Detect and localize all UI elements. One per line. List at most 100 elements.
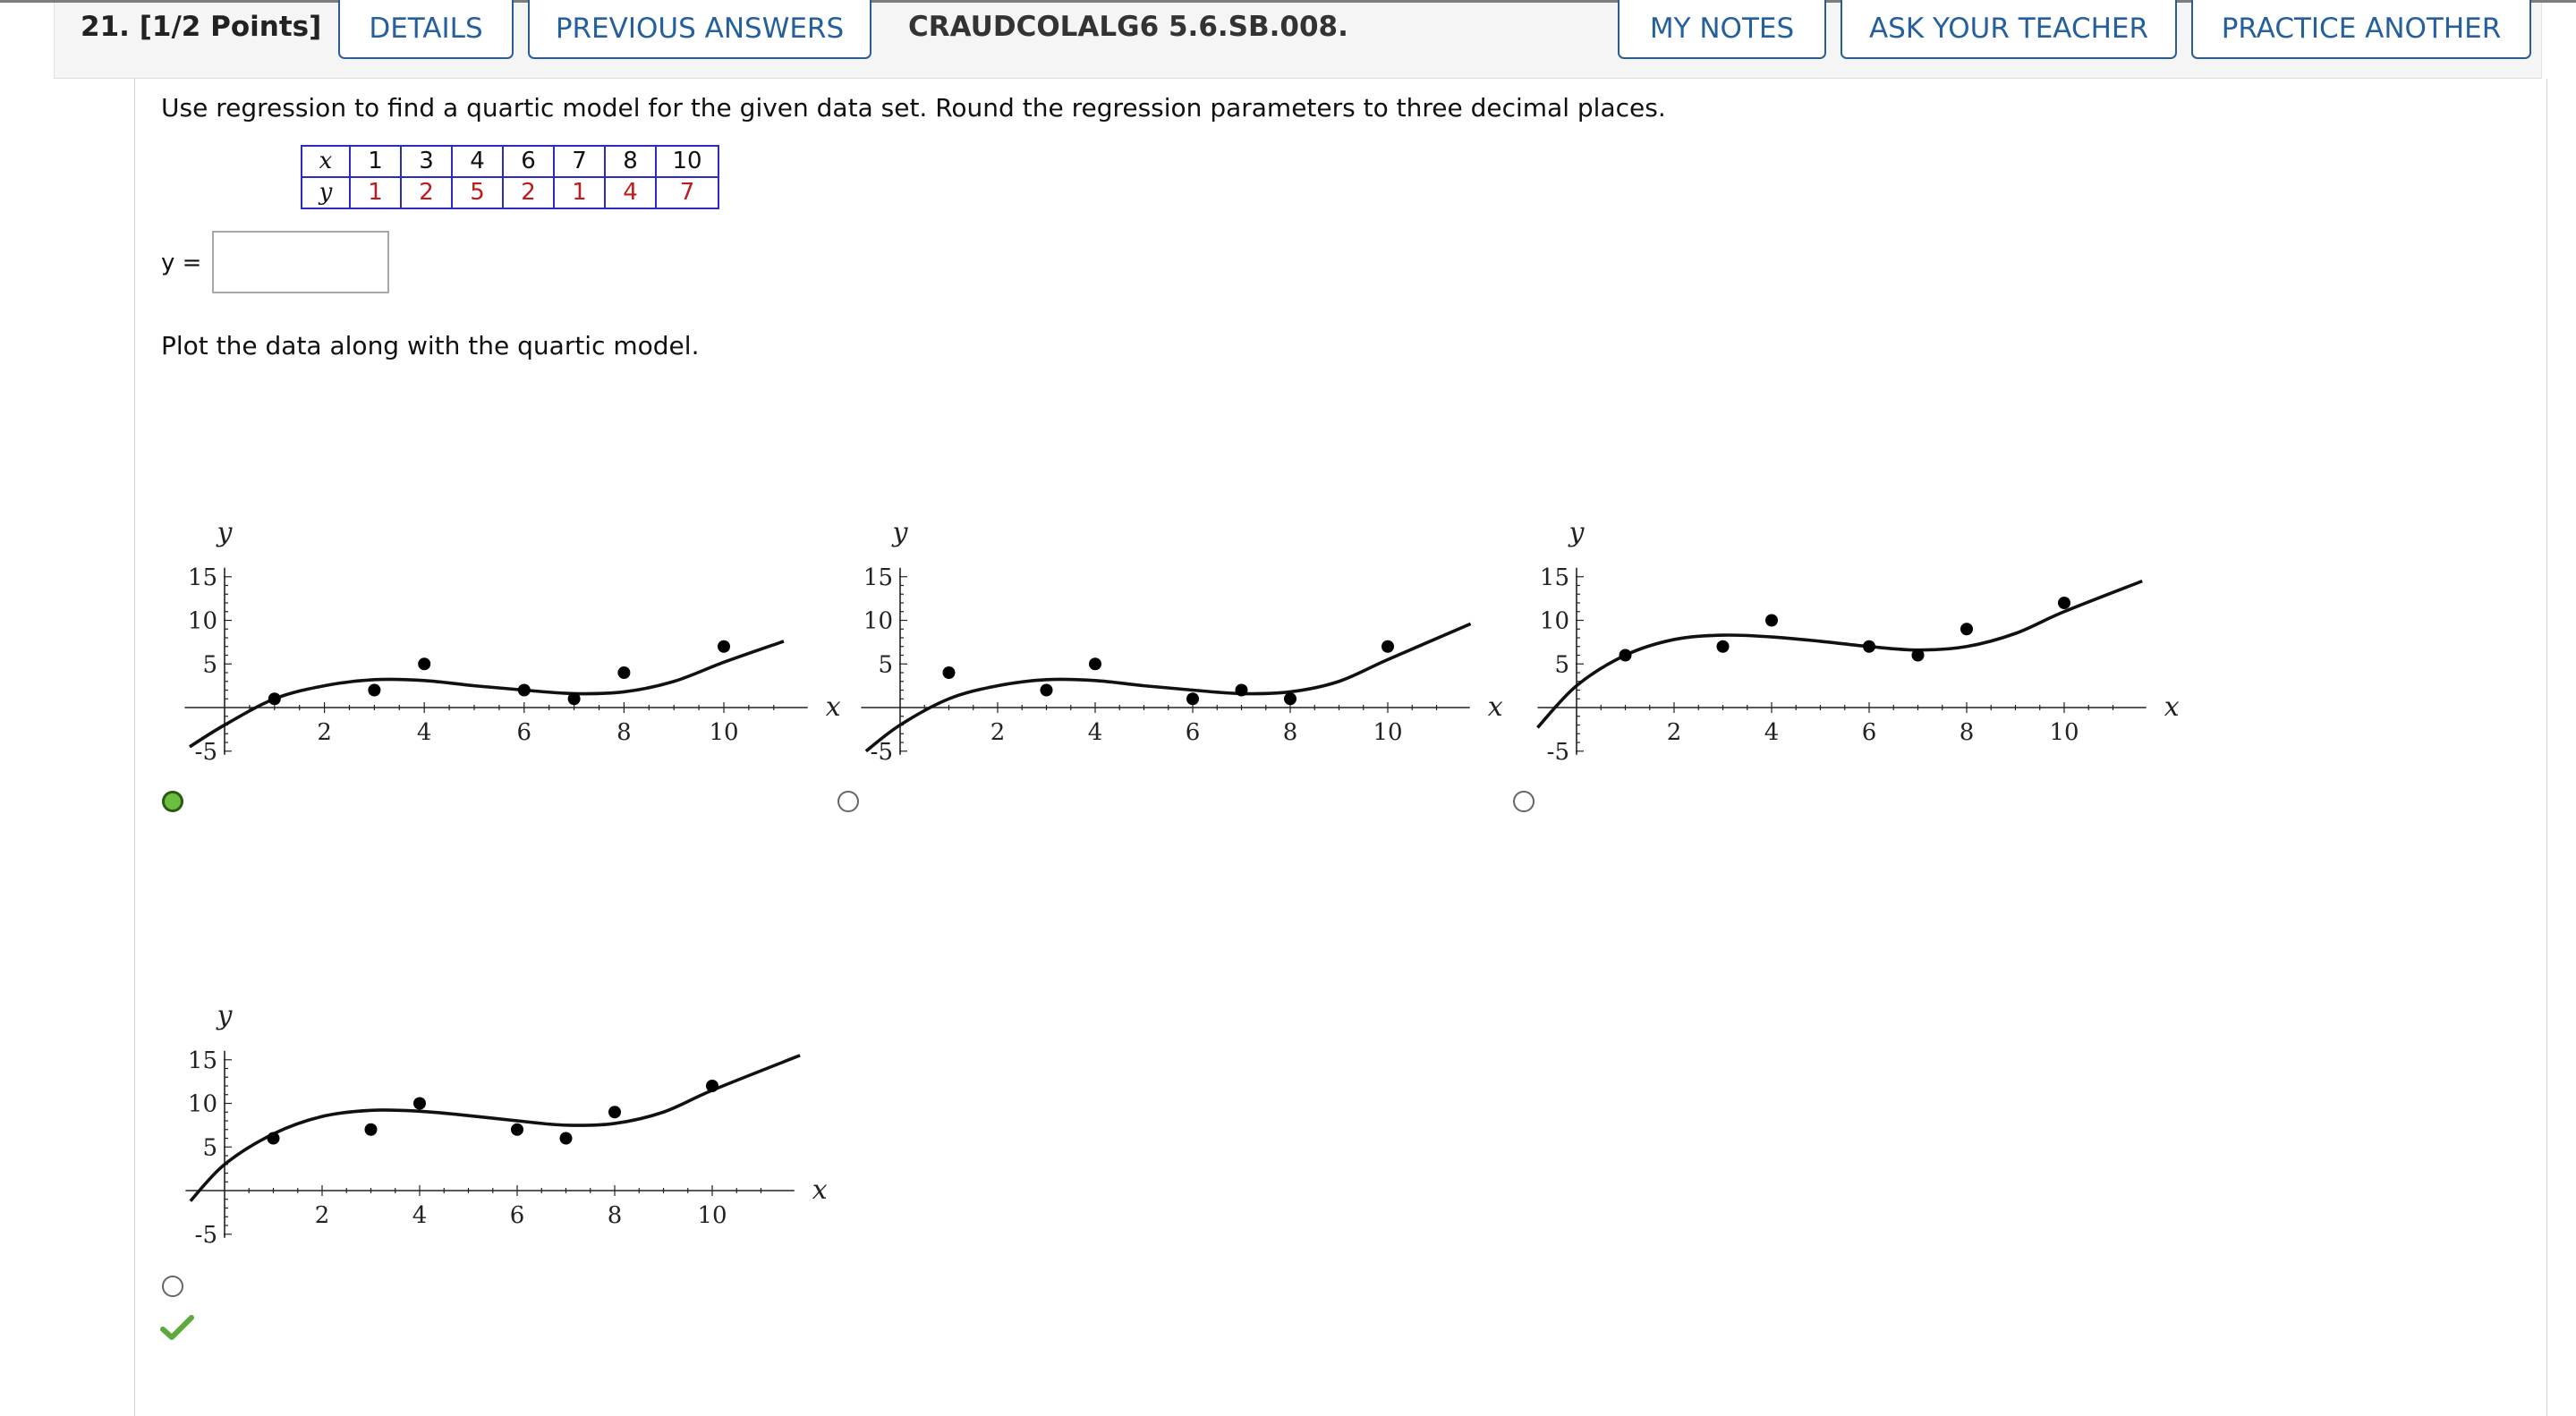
data-point	[706, 1080, 718, 1092]
x-value-cell: 7	[553, 145, 606, 178]
x-axis-label: x	[1488, 691, 1503, 723]
x-tick-label: 10	[2049, 719, 2079, 746]
data-table-y-row: y 1 2 5 2 1 4 7	[301, 176, 719, 209]
x-tick-label: 10	[697, 1202, 727, 1229]
x-value-cell: 3	[400, 145, 453, 178]
correct-check-icon	[160, 1315, 194, 1340]
y-tick-label: 10	[188, 1091, 217, 1118]
data-point	[1863, 640, 1875, 653]
data-point	[267, 1132, 280, 1145]
x-tick-label: 2	[315, 1202, 330, 1229]
y-header-cell: y	[301, 176, 351, 209]
regression-curve	[188, 640, 785, 749]
y-axis-label: y	[891, 517, 909, 548]
ask-your-teacher-button[interactable]: ASK YOUR TEACHER	[1841, 0, 2177, 59]
option-radio-4[interactable]	[162, 1276, 183, 1297]
x-tick-label: 8	[608, 1202, 623, 1229]
data-point	[1619, 649, 1632, 662]
regression-curve	[189, 1054, 801, 1202]
x-header-cell: x	[301, 145, 351, 178]
data-point	[1960, 623, 1973, 636]
x-tick-label: 4	[1088, 719, 1103, 746]
data-point	[617, 666, 631, 679]
y-axis-label: y	[216, 517, 234, 548]
x-value-cell: 6	[502, 145, 555, 178]
x-tick-label: 6	[517, 719, 532, 746]
x-tick-label: 10	[1373, 719, 1402, 746]
data-point	[718, 640, 730, 653]
graph-option-2: 2 4 6 8 10 -5 5 10 15 x y	[861, 517, 1503, 766]
y-axis-label: y	[1568, 517, 1586, 548]
data-point	[418, 657, 431, 671]
answer-input[interactable]	[212, 231, 389, 293]
x-tick-label: 6	[1186, 719, 1201, 746]
y-tick-label: 5	[878, 651, 893, 678]
option-radio-2[interactable]	[837, 791, 859, 812]
data-point	[1382, 640, 1394, 653]
data-point	[511, 1123, 523, 1136]
y-tick-label: 15	[1540, 564, 1569, 591]
data-point	[608, 1106, 621, 1119]
y-tick-label: -5	[1547, 739, 1569, 766]
y-axis-label: y	[216, 1000, 234, 1031]
x-tick-label: 4	[417, 719, 432, 746]
y-tick-label: 10	[863, 608, 893, 635]
x-tick-label: 2	[990, 719, 1006, 746]
x-tick-label: 8	[616, 719, 632, 746]
plot-prompt: Plot the data along with the quartic mod…	[161, 331, 700, 360]
y-value-cell: 1	[349, 176, 402, 209]
y-tick-label: 15	[188, 564, 217, 591]
data-point	[268, 692, 281, 706]
x-tick-label: 6	[510, 1202, 525, 1229]
x-tick-label: 8	[1960, 719, 1975, 746]
option-radio-1[interactable]	[162, 791, 183, 812]
x-tick-label: 4	[1764, 719, 1780, 746]
x-axis-label: x	[2164, 691, 2180, 723]
data-point	[364, 1123, 378, 1136]
x-value-cell: 8	[604, 145, 657, 178]
data-point	[1186, 692, 1199, 706]
my-notes-button[interactable]: MY NOTES	[1618, 0, 1826, 59]
practice-another-button[interactable]: PRACTICE ANOTHER	[2191, 0, 2531, 59]
data-point	[1235, 683, 1248, 697]
y-tick-label: 10	[1540, 608, 1569, 635]
answer-label: y =	[161, 250, 202, 276]
x-tick-label: 6	[1862, 719, 1877, 746]
y-value-cell: 1	[553, 176, 606, 209]
question-id: CRAUDCOLALG6 5.6.SB.008.	[908, 11, 1348, 43]
x-axis-label: x	[812, 1174, 828, 1206]
x-value-cell: 10	[655, 145, 719, 178]
question-number: 21. [1/2 Points]	[81, 11, 322, 43]
x-tick-label: 10	[709, 719, 738, 746]
data-point	[517, 683, 531, 697]
y-tick-label: -5	[195, 1222, 217, 1249]
data-point	[1040, 683, 1053, 697]
y-value-cell: 5	[451, 176, 504, 209]
data-point	[2058, 597, 2070, 609]
question-prompt: Use regression to find a quartic model f…	[161, 93, 1666, 123]
details-button[interactable]: DETAILS	[338, 0, 514, 59]
x-tick-label: 2	[317, 719, 332, 746]
data-point	[413, 1097, 426, 1110]
data-table-x-row: x 1 3 4 6 7 8 10	[301, 145, 719, 178]
y-tick-label: 5	[1554, 651, 1569, 678]
data-point	[1765, 614, 1778, 627]
y-tick-label: -5	[871, 739, 893, 766]
data-point	[1716, 640, 1730, 653]
data-table: x 1 3 4 6 7 8 10 y 1 2 5 2 1 4 7	[301, 145, 719, 209]
data-point	[1284, 692, 1297, 706]
y-tick-label: 15	[863, 564, 893, 591]
y-value-cell: 7	[655, 176, 719, 209]
data-point	[1089, 657, 1101, 671]
y-tick-label: 15	[188, 1047, 217, 1074]
x-axis-label: x	[826, 691, 841, 723]
x-tick-label: 4	[412, 1202, 428, 1229]
y-tick-label: 5	[202, 651, 217, 678]
data-point	[559, 1132, 573, 1145]
graph-option-1: 2 4 6 8 10-551015xy	[184, 517, 841, 766]
option-radio-3[interactable]	[1513, 791, 1535, 812]
x-tick-label: 8	[1283, 719, 1298, 746]
previous-answers-button[interactable]: PREVIOUS ANSWERS	[528, 0, 871, 59]
y-value-cell: 2	[502, 176, 555, 209]
data-point	[567, 692, 581, 706]
